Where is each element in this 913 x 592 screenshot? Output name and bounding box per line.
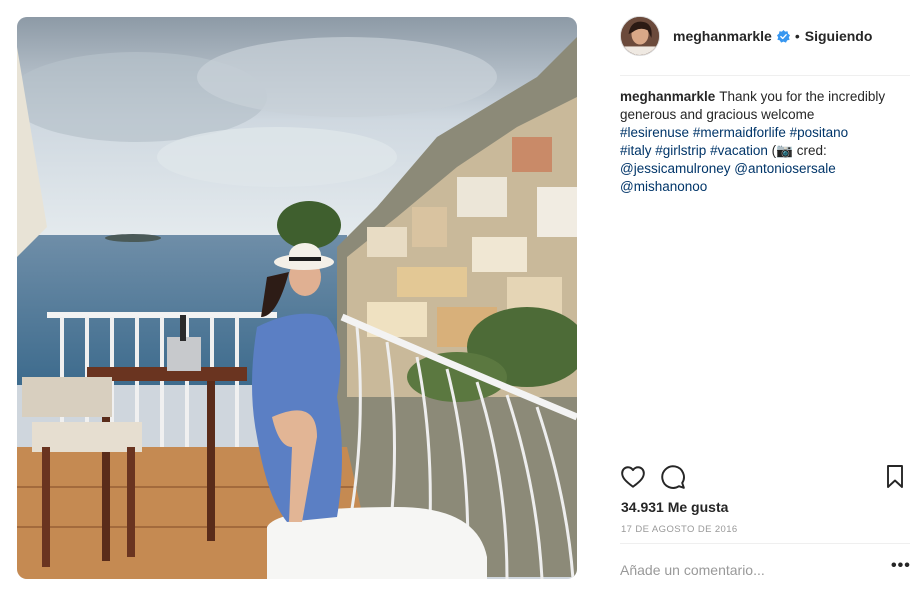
hashtag-link[interactable]: #mermaidforlife (693, 125, 786, 140)
post-caption: meghanmarkle Thank you for the incredibly… (620, 88, 900, 196)
hashtag-link[interactable]: #girlstrip (655, 143, 706, 158)
heart-icon[interactable] (620, 464, 646, 490)
verified-badge-icon (776, 29, 790, 43)
bookmark-icon[interactable] (884, 464, 906, 490)
avatar[interactable] (620, 16, 660, 56)
header-divider (620, 75, 910, 76)
hashtag-link[interactable]: #positano (790, 125, 849, 140)
more-options-icon[interactable]: ••• (891, 558, 910, 578)
hashtag-link[interactable]: #lesirenuse (620, 125, 689, 140)
post-header: meghanmarkle • Siguiendo (620, 14, 910, 58)
separator-dot: • (794, 28, 800, 44)
hashtag-link[interactable]: #italy (620, 143, 652, 158)
username-link[interactable]: meghanmarkle (673, 28, 772, 44)
post-actions (620, 464, 910, 492)
comment-divider (620, 543, 910, 544)
cred-label: cred: (796, 143, 827, 158)
post-date[interactable]: 17 DE AGOSTO DE 2016 (621, 524, 738, 535)
post-photo[interactable] (17, 17, 577, 579)
post-panel: meghanmarkle • Siguiendo meghanmarkle Tha… (620, 0, 913, 592)
caption-author-link[interactable]: meghanmarkle (620, 89, 715, 104)
mention-link[interactable]: @mishanonoo (620, 179, 707, 194)
comment-input[interactable] (620, 558, 870, 582)
mention-link[interactable]: @jessicamulroney (620, 161, 731, 176)
likes-count[interactable]: 34.931 Me gusta (621, 499, 728, 515)
mention-link[interactable]: @antoniosersale (734, 161, 836, 176)
comment-icon[interactable] (660, 464, 686, 490)
following-button[interactable]: Siguiendo (805, 28, 873, 44)
photo-scene (17, 17, 577, 579)
hashtag-link[interactable]: #vacation (710, 143, 768, 158)
camera-emoji-icon: 📷 (776, 143, 793, 158)
